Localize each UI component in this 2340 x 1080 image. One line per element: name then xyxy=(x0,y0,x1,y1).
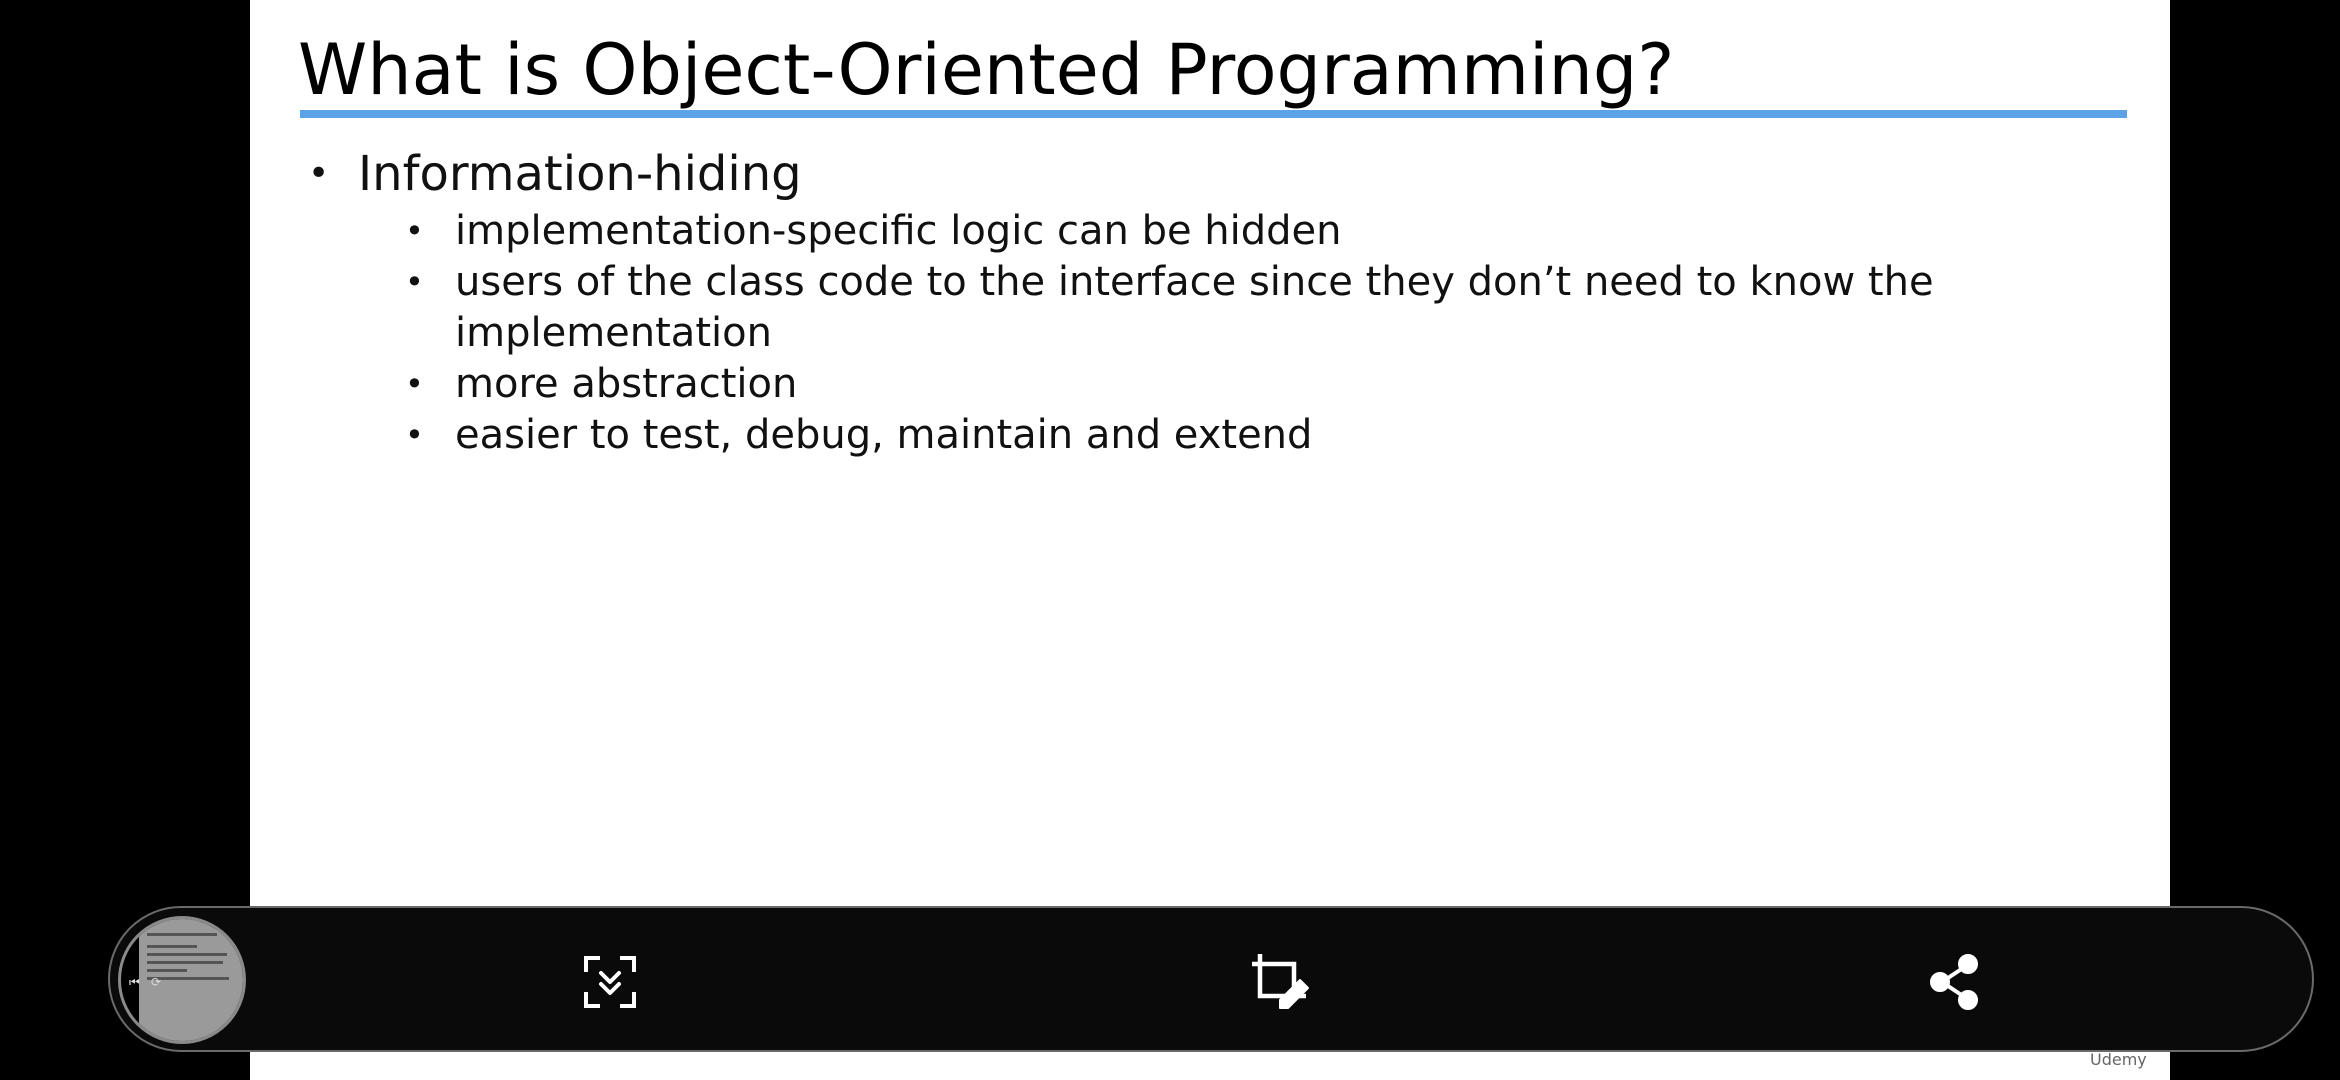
sub-bullet-item: • users of the class code to the interfa… xyxy=(250,257,2155,359)
share-icon[interactable] xyxy=(1924,952,1984,1012)
bullet-list: • Information-hiding • implementation-sp… xyxy=(250,142,2170,461)
sub-bullet-item: • more abstraction xyxy=(250,359,2155,410)
crop-edit-icon[interactable] xyxy=(1250,952,1310,1012)
udemy-watermark: Udemy xyxy=(2090,1050,2147,1069)
sub-bullet-list: • implementation-specific logic can be h… xyxy=(250,206,2170,461)
screenshot-thumbnail[interactable]: ⏮ ⟳ xyxy=(118,916,246,1044)
bullet-dot: • xyxy=(308,153,330,194)
thumbnail-refresh-icon: ⟳ xyxy=(151,975,162,989)
thumbnail-line xyxy=(147,953,227,956)
scroll-capture-icon[interactable] xyxy=(580,952,640,1012)
sub-bullet-item: • easier to test, debug, maintain and ex… xyxy=(250,410,2155,461)
sub-bullet-text: more abstraction xyxy=(455,361,798,407)
thumbnail-line xyxy=(147,933,217,936)
thumbnail-line xyxy=(147,945,197,948)
sub-list-container: • implementation-specific logic can be h… xyxy=(250,206,2170,461)
slide-title: What is Object-Oriented Programming? xyxy=(298,29,1675,111)
sub-bullet-text: users of the class code to the interface… xyxy=(455,259,1934,356)
title-underline xyxy=(300,110,2127,118)
bullet-item: • Information-hiding xyxy=(250,142,2170,206)
bullet-dot: • xyxy=(405,263,424,301)
sub-bullet-text: implementation-specific logic can be hid… xyxy=(455,208,1342,254)
bullet-dot: • xyxy=(405,416,424,454)
screenshot-toolbar: ⏮ ⟳ xyxy=(108,906,2314,1052)
screen: What is Object-Oriented Programming? • I… xyxy=(0,0,2340,1080)
bullet-text: Information-hiding xyxy=(358,146,802,202)
sub-bullet-item: • implementation-specific logic can be h… xyxy=(250,206,2155,257)
bullet-dot: • xyxy=(405,365,424,403)
sub-bullet-text: easier to test, debug, maintain and exte… xyxy=(455,412,1313,458)
thumbnail-play-icon: ⏮ xyxy=(129,975,140,989)
thumbnail-line xyxy=(147,969,187,972)
bullet-dot: • xyxy=(405,212,424,250)
thumbnail-line xyxy=(147,961,223,964)
